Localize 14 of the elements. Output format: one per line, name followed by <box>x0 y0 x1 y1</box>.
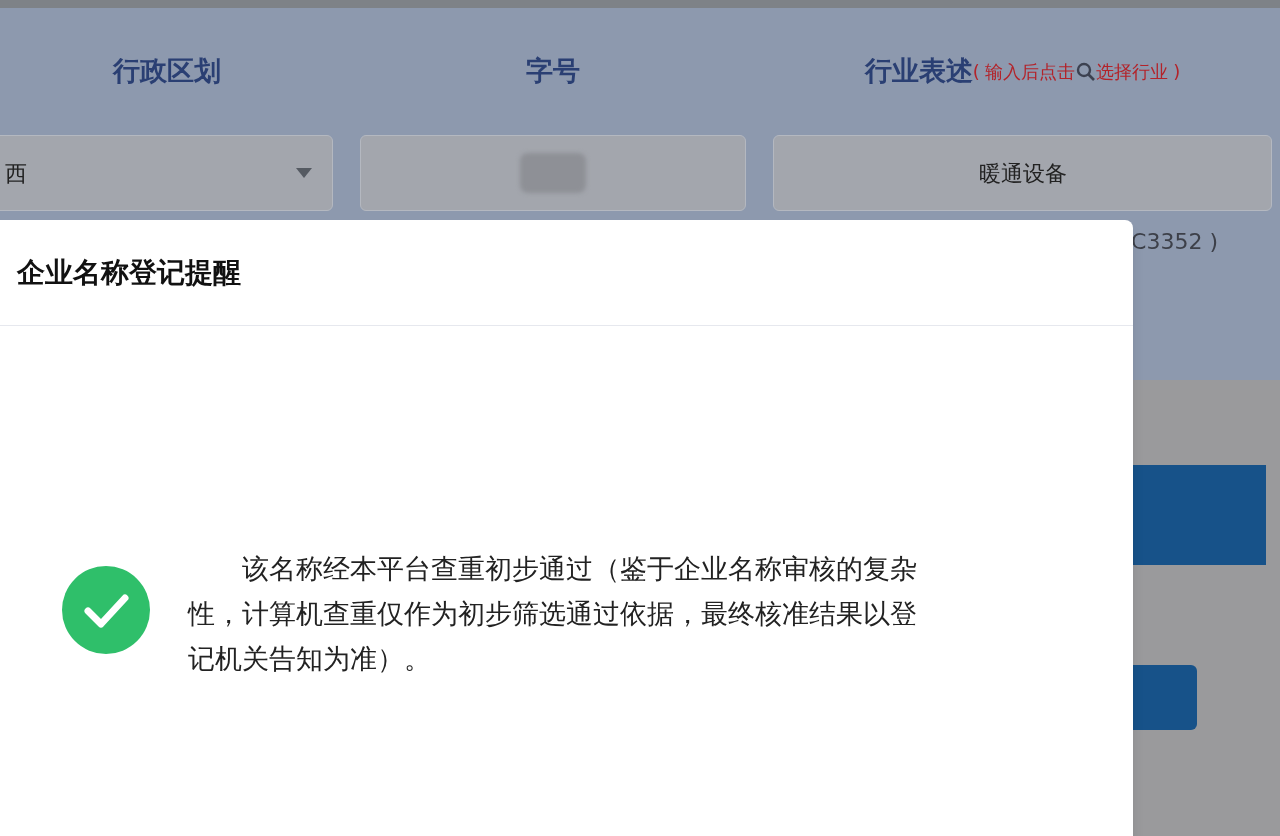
industry-code: C3352 ) <box>1131 228 1218 256</box>
dialog-message: 该名称经本平台查重初步通过（鉴于企业名称审核的复杂性，计算机查重仅作为初步筛选通过依据，最终核准结果以登记机关告知为准）。 <box>188 552 918 676</box>
field-label: 行政区划 <box>112 54 221 89</box>
caret-icon <box>296 168 312 178</box>
action-button[interactable] <box>1133 665 1197 730</box>
industry-input[interactable]: 暖通设备 <box>773 135 1272 211</box>
field-hint: ( 输入后点击 <box>972 61 1076 82</box>
region-select[interactable]: 西 <box>0 135 333 211</box>
field-label: 行业表述 <box>864 54 973 89</box>
search-icon[interactable] <box>1075 61 1096 82</box>
name-input[interactable] <box>360 135 746 211</box>
field-hint: 选择行业 ) <box>1095 60 1181 84</box>
dialog-title: 企业名称登记提醒 <box>17 254 241 291</box>
field-label: 字号 <box>526 54 580 89</box>
